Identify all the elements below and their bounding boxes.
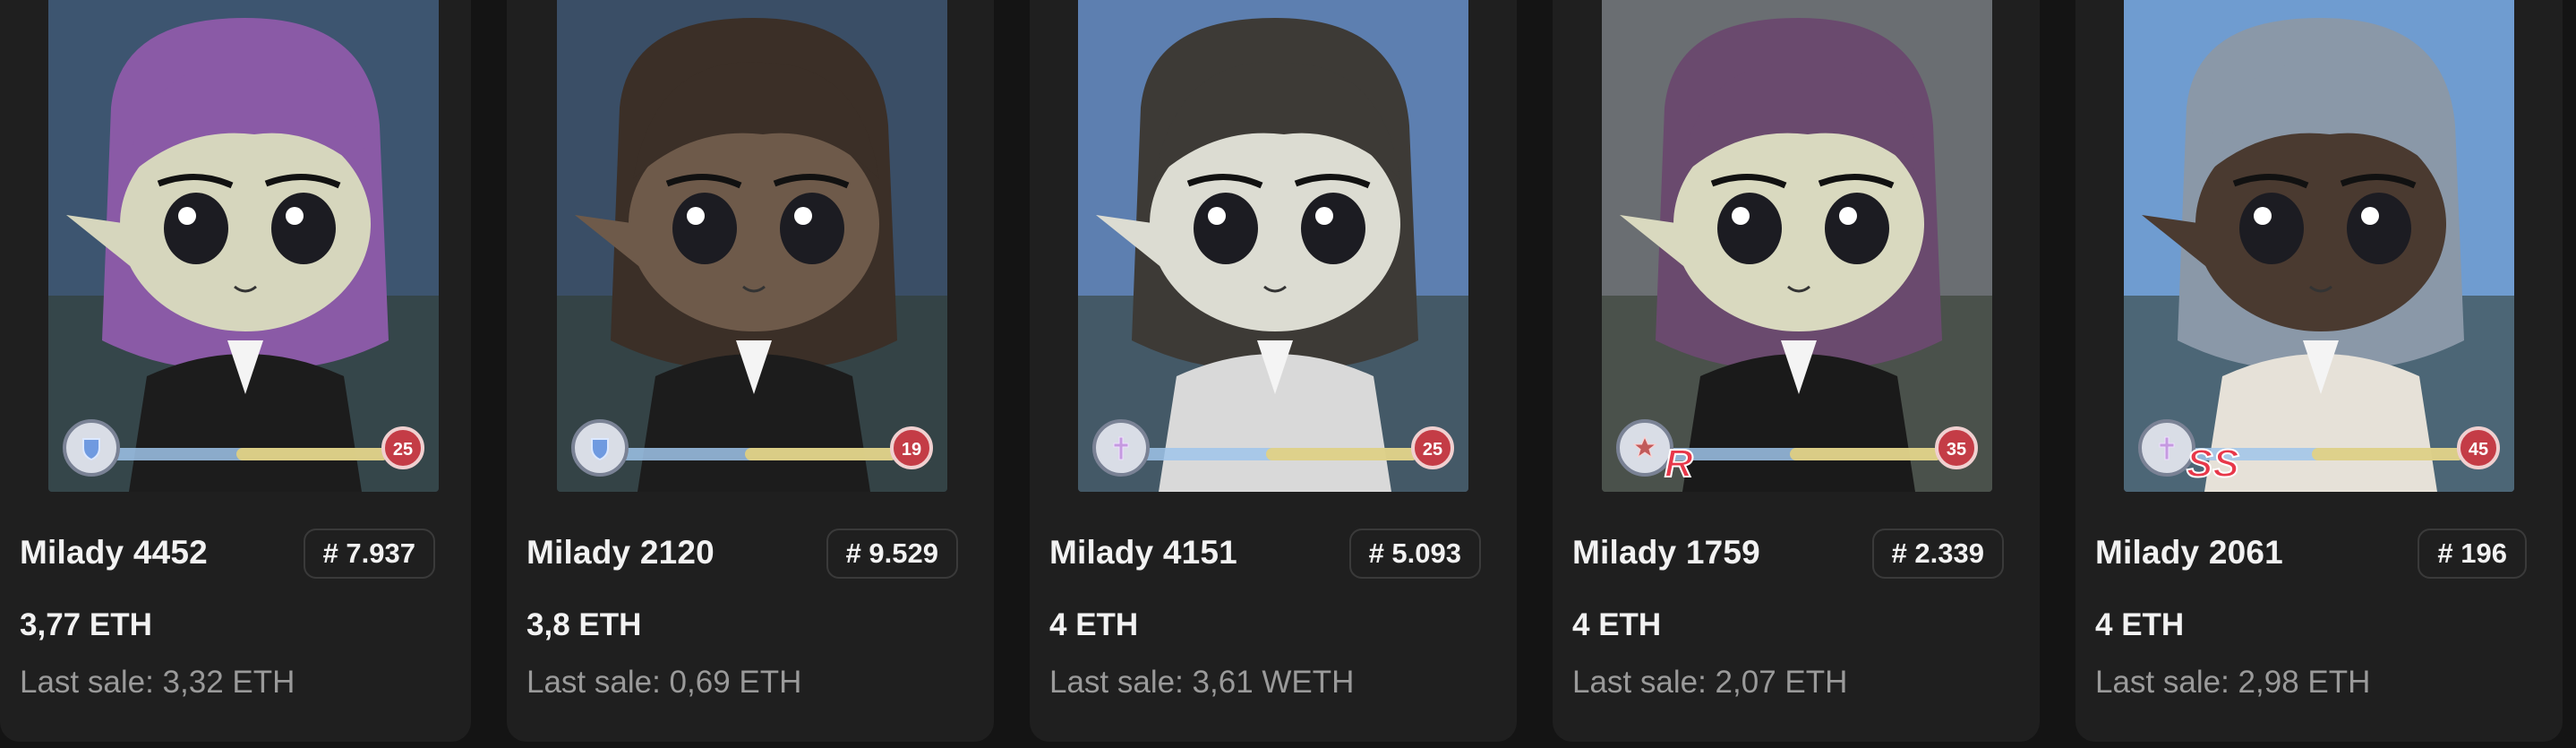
tier-label: SS	[2187, 442, 2239, 486]
level-label: 19	[902, 440, 921, 460]
rarity-rank-badge: # 7.937	[303, 529, 435, 579]
nft-card[interactable]: 45 SS Milady 2061 # 196 4 ETH Last sale: …	[2075, 0, 2563, 742]
nft-image[interactable]: 19	[557, 0, 947, 492]
last-sale: Last sale: 2,98 ETH	[2095, 665, 2371, 700]
nft-name: Milady 4151	[1049, 534, 1237, 571]
rarity-rank-badge: # 196	[2418, 529, 2527, 579]
class-badge	[1092, 419, 1150, 477]
nft-card[interactable]: 35 R Milady 1759 # 2.339 4 ETH Last sale:…	[1553, 0, 2040, 742]
class-badge	[63, 419, 120, 477]
eye	[1194, 193, 1258, 264]
class-badge	[571, 419, 629, 477]
nft-name: Milady 1759	[1572, 534, 1760, 571]
nft-price: 3,77 ETH	[20, 607, 152, 642]
nft-name: Milady 4452	[20, 534, 208, 571]
eye-highlight	[286, 207, 304, 225]
eye	[1825, 193, 1889, 264]
tier-label: R	[1665, 442, 1693, 486]
nft-image[interactable]: 25	[48, 0, 439, 492]
rarity-rank-badge: # 2.339	[1871, 529, 2004, 579]
eye-highlight	[1208, 207, 1226, 225]
xp-bar-segment	[2312, 448, 2464, 460]
eye-highlight	[1315, 207, 1333, 225]
shield-icon	[82, 438, 100, 461]
nft-card[interactable]: 25 Milady 4452 # 7.937 3,77 ETH Last sal…	[0, 0, 471, 742]
nft-grid: 25 Milady 4452 # 7.937 3,77 ETH Last sal…	[0, 0, 2576, 748]
nft-card[interactable]: 19 Milady 2120 # 9.529 3,8 ETH Last sale…	[507, 0, 994, 742]
last-sale: Last sale: 2,07 ETH	[1572, 665, 1848, 700]
nft-price: 3,8 ETH	[526, 607, 642, 642]
nft-image[interactable]: 45 SS	[2124, 0, 2514, 492]
eye	[164, 193, 228, 264]
eye	[271, 193, 336, 264]
level-badge: 35	[1935, 426, 1978, 469]
eye-highlight	[1839, 207, 1857, 225]
last-sale: Last sale: 0,69 ETH	[526, 665, 802, 700]
nft-image[interactable]: 35 R	[1602, 0, 1992, 492]
class-badge	[1616, 419, 1673, 477]
nft-card[interactable]: 25 Milady 4151 # 5.093 4 ETH Last sale: …	[1030, 0, 1517, 742]
level-badge: 25	[381, 426, 424, 469]
last-sale: Last sale: 3,32 ETH	[20, 665, 295, 700]
eye-highlight	[1732, 207, 1750, 225]
class-badge	[2138, 419, 2195, 477]
level-label: 25	[1423, 440, 1442, 460]
eye	[1301, 193, 1365, 264]
xp-bar-segment	[1266, 448, 1418, 460]
eye-highlight	[2361, 207, 2379, 225]
eye-highlight	[687, 207, 705, 225]
level-label: 25	[393, 440, 413, 460]
rarity-rank-badge: # 9.529	[826, 529, 958, 579]
nft-price: 4 ETH	[1572, 607, 1662, 642]
eye	[2347, 193, 2411, 264]
nft-name: Milady 2061	[2095, 534, 2283, 571]
nft-price: 4 ETH	[2095, 607, 2185, 642]
eye	[780, 193, 844, 264]
level-badge: 19	[890, 426, 933, 469]
level-label: 35	[1947, 440, 1966, 460]
eye-highlight	[794, 207, 812, 225]
xp-bar-segment	[1790, 448, 1942, 460]
eye-highlight	[2254, 207, 2272, 225]
nft-price: 4 ETH	[1049, 607, 1139, 642]
eye	[1717, 193, 1782, 264]
level-badge: 45	[2457, 426, 2500, 469]
nft-image[interactable]: 25	[1078, 0, 1468, 492]
shield-icon	[591, 438, 609, 461]
xp-bar-segment	[745, 448, 897, 460]
eye-highlight	[178, 207, 196, 225]
rarity-rank-badge: # 5.093	[1348, 529, 1481, 579]
eye	[2239, 193, 2304, 264]
last-sale: Last sale: 3,61 WETH	[1049, 665, 1355, 700]
eye	[672, 193, 737, 264]
level-badge: 25	[1411, 426, 1454, 469]
nft-name: Milady 2120	[526, 534, 715, 571]
level-label: 45	[2469, 440, 2488, 460]
xp-bar-segment	[236, 448, 389, 460]
